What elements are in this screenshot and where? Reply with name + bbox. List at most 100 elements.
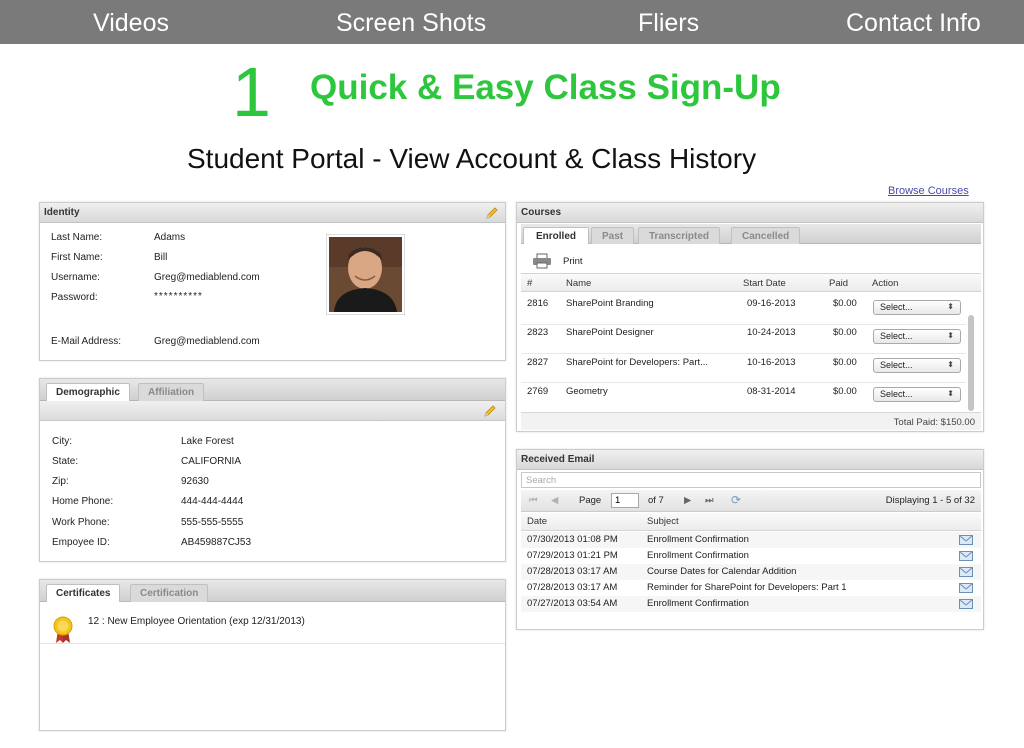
- nav-screen-shots[interactable]: Screen Shots: [336, 9, 486, 38]
- course-action-select[interactable]: Select... ⬍: [873, 300, 961, 315]
- column-header[interactable]: Name: [566, 278, 591, 289]
- demographic-panel: Demographic Affiliation City: Lake Fores…: [39, 378, 506, 562]
- table-row[interactable]: 07/28/2013 03:17 AM Reminder for SharePo…: [521, 580, 981, 596]
- email-subject[interactable]: Course Dates for Calendar Addition: [647, 566, 796, 577]
- table-row[interactable]: 07/28/2013 03:17 AM Course Dates for Cal…: [521, 564, 981, 580]
- certificates-panel: Certificates Certification 12 : New Empl…: [39, 579, 506, 731]
- demographic-tabbar: Demographic Affiliation: [40, 379, 505, 401]
- top-nav-bar: Videos Screen Shots Fliers Contact Info: [0, 0, 1024, 44]
- course-action-select[interactable]: Select... ⬍: [873, 387, 961, 402]
- award-ribbon-icon: [53, 616, 73, 643]
- pager-of-label: of 7: [648, 495, 664, 506]
- tab-affiliation[interactable]: Affiliation: [138, 383, 205, 401]
- email-date: 07/27/2013 03:54 AM: [527, 598, 618, 609]
- courses-tabbar: Enrolled Past Transcripted Cancelled: [521, 224, 981, 244]
- vertical-scrollbar[interactable]: [968, 315, 974, 411]
- table-row[interactable]: 07/27/2013 03:54 AM Enrollment Confirmat…: [521, 596, 981, 612]
- column-header[interactable]: Action: [872, 278, 898, 289]
- email-date: 07/28/2013 03:17 AM: [527, 582, 618, 593]
- select-value: Select...: [880, 389, 913, 399]
- refresh-icon[interactable]: ⟳: [731, 493, 741, 507]
- tab-past[interactable]: Past: [591, 227, 635, 244]
- identity-header: Identity: [40, 203, 505, 223]
- column-header[interactable]: #: [527, 278, 532, 289]
- course-action-select[interactable]: Select... ⬍: [873, 358, 961, 373]
- course-start-date: 10-24-2013: [747, 327, 796, 338]
- mail-icon[interactable]: [959, 535, 973, 545]
- course-paid: $0.00: [833, 327, 857, 338]
- browse-courses-link[interactable]: Browse Courses: [888, 185, 969, 197]
- print-label[interactable]: Print: [563, 256, 583, 267]
- row-divider: [521, 353, 966, 354]
- demographic-value: 92630: [181, 476, 209, 487]
- tab-transcripted[interactable]: Transcripted: [638, 227, 721, 244]
- nav-contact-info[interactable]: Contact Info: [846, 9, 981, 38]
- table-row[interactable]: 07/29/2013 01:21 PM Enrollment Confirmat…: [521, 548, 981, 564]
- course-start-date: 10-16-2013: [747, 357, 796, 368]
- tab-demographic[interactable]: Demographic: [46, 383, 130, 401]
- email-date: 07/28/2013 03:17 AM: [527, 566, 618, 577]
- demographic-label: Zip:: [52, 476, 69, 487]
- mail-icon[interactable]: [959, 551, 973, 561]
- nav-videos[interactable]: Videos: [93, 9, 169, 38]
- first-page-icon[interactable]: ⏮: [529, 495, 538, 506]
- demographic-value: CALIFORNIA: [181, 456, 242, 467]
- printer-icon[interactable]: [532, 253, 552, 269]
- course-action-select[interactable]: Select... ⬍: [873, 329, 961, 344]
- tab-enrolled[interactable]: Enrolled: [523, 227, 590, 244]
- pager-page-label: Page: [579, 495, 602, 506]
- email-date: 07/30/2013 01:08 PM: [527, 534, 618, 545]
- course-name[interactable]: SharePoint Branding: [566, 298, 654, 309]
- mail-icon[interactable]: [959, 583, 973, 593]
- column-header[interactable]: Paid: [829, 278, 848, 289]
- select-value: Select...: [880, 302, 913, 312]
- mail-icon[interactable]: [959, 599, 973, 609]
- table-row[interactable]: 07/30/2013 01:08 PM Enrollment Confirmat…: [521, 532, 981, 548]
- demographic-value: 444-444-4444: [181, 496, 244, 507]
- course-name[interactable]: Geometry: [566, 386, 608, 397]
- demographic-label: City:: [52, 436, 72, 447]
- page-number-input[interactable]: 1: [611, 493, 639, 508]
- course-id: 2816: [527, 298, 549, 309]
- mail-icon[interactable]: [959, 567, 973, 577]
- tab-certification[interactable]: Certification: [130, 584, 209, 602]
- email-subject[interactable]: Enrollment Confirmation: [647, 534, 749, 545]
- course-name[interactable]: SharePoint for Developers: Part...: [566, 357, 708, 368]
- row-divider: [40, 643, 505, 644]
- identity-value: Greg@mediablend.com: [154, 272, 260, 283]
- course-name[interactable]: SharePoint Designer: [566, 327, 654, 338]
- pencil-edit-icon[interactable]: [485, 206, 499, 220]
- email-column-header: Date Subject: [521, 513, 981, 531]
- column-header[interactable]: Date: [527, 516, 547, 527]
- email-subject[interactable]: Enrollment Confirmation: [647, 550, 749, 561]
- row-divider: [521, 382, 966, 383]
- row-divider: [521, 324, 966, 325]
- next-page-icon[interactable]: ▶: [684, 495, 691, 506]
- column-header[interactable]: Subject: [647, 516, 679, 527]
- course-paid: $0.00: [833, 298, 857, 309]
- identity-label: Password:: [51, 292, 98, 303]
- tab-certificates[interactable]: Certificates: [46, 584, 121, 602]
- select-arrows-icon: ⬍: [947, 331, 954, 340]
- last-page-icon[interactable]: ⏭: [705, 495, 714, 506]
- demographic-value: Lake Forest: [181, 436, 234, 447]
- email-pager-toolbar: ⏮ ◀ Page 1 of 7 ▶ ⏭ ⟳ Displaying 1 - 5 o…: [521, 490, 981, 512]
- received-email-panel: Received Email Search ⏮ ◀ Page 1 of 7 ▶ …: [516, 449, 984, 630]
- previous-page-icon[interactable]: ◀: [551, 495, 558, 506]
- demographic-toolbar: [40, 401, 505, 421]
- nav-fliers[interactable]: Fliers: [638, 9, 699, 38]
- email-subject[interactable]: Reminder for SharePoint for Developers: …: [647, 582, 847, 593]
- column-header[interactable]: Start Date: [743, 278, 786, 289]
- pager-displaying: Displaying 1 - 5 of 32: [885, 495, 975, 506]
- tab-cancelled[interactable]: Cancelled: [731, 227, 801, 244]
- total-paid: Total Paid: $150.00: [893, 417, 975, 428]
- pencil-edit-icon[interactable]: [483, 404, 497, 418]
- course-id: 2823: [527, 327, 549, 338]
- identity-value: Greg@mediablend.com: [154, 336, 260, 347]
- demographic-label: Home Phone:: [52, 496, 114, 507]
- certificates-tabbar: Certificates Certification: [40, 580, 505, 602]
- email-subject[interactable]: Enrollment Confirmation: [647, 598, 749, 609]
- certificate-item: 12 : New Employee Orientation (exp 12/31…: [88, 616, 305, 627]
- email-search-input[interactable]: Search: [521, 472, 981, 488]
- avatar-photo: [326, 234, 405, 315]
